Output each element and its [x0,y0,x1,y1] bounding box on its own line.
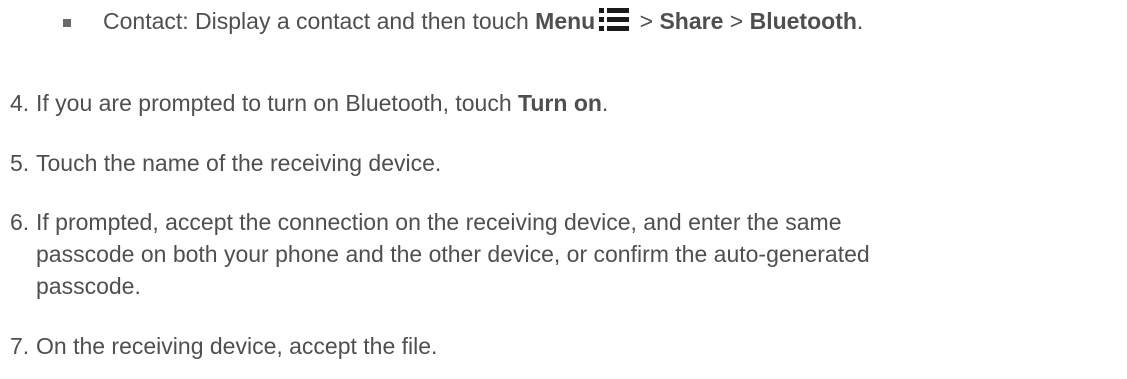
step-6-continuation-3: passcode. [36,273,141,300]
step-6-line-1: If prompted, accept the connection on th… [36,209,842,235]
share-label: Share [659,8,724,34]
step-6-line-3: passcode. [36,273,141,299]
step-number: 7. [10,333,30,359]
turn-on-label: Turn on [518,90,602,116]
separator-1: > [633,8,660,34]
step-4-end: . [601,90,609,116]
menu-label: Menu [535,8,596,34]
step-7-text: On the receiving device, accept the file… [36,333,438,359]
contact-bullet-text: Contact: Display a contact and then touc… [103,8,863,38]
bullet-marker [63,19,71,27]
menu-icon [599,8,630,38]
contact-bullet-prefix: Contact: Display a contact and then touc… [103,8,536,34]
instruction-page: Contact: Display a contact and then touc… [0,0,1127,379]
separator-2: > [723,8,750,34]
step-4-text: If you are prompted to turn on Bluetooth… [36,90,519,116]
bluetooth-label: Bluetooth [749,8,857,34]
step-number: 6. [10,209,30,235]
contact-bullet-end: . [856,8,864,34]
step-5-text: Touch the name of the receiving device. [36,150,442,176]
step-6-continuation-2: passcode on both your phone and the othe… [36,241,870,268]
step-text: If you are prompted to turn on Bluetooth… [36,90,608,117]
step-number: 4. [10,90,30,116]
step-number: 5. [10,150,30,176]
step-6-line-2: passcode on both your phone and the othe… [36,241,870,267]
